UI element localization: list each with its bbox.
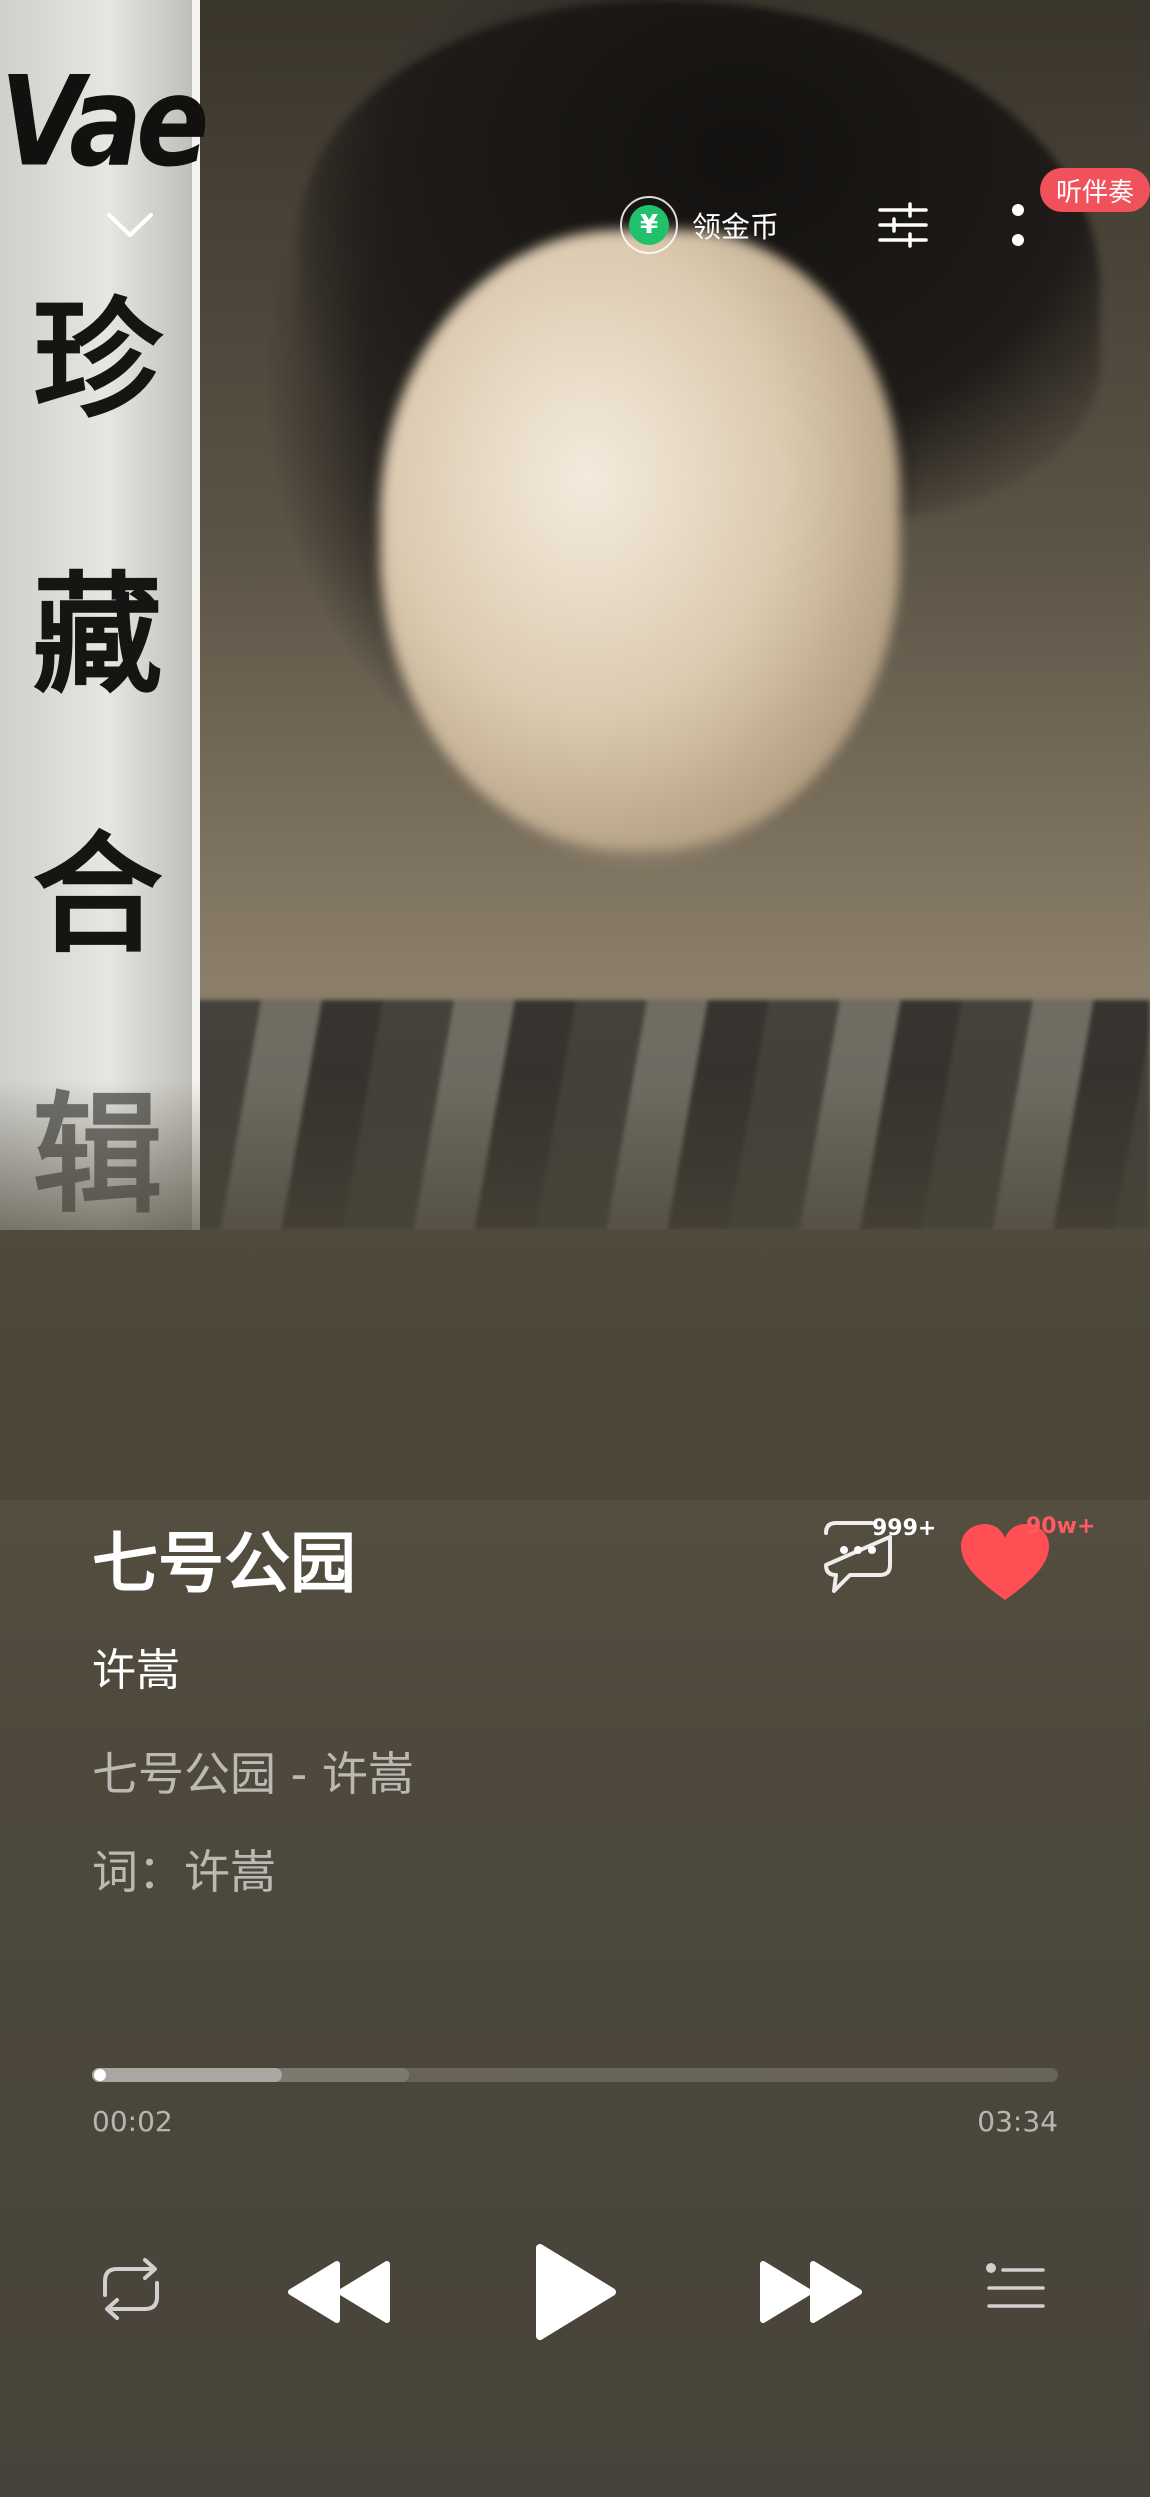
song-title: 七号公园 [92, 1525, 356, 1602]
cover-title-char: 珍 [32, 284, 163, 436]
cover-title-char: 藏 [32, 559, 163, 711]
album-art: Vae 珍 藏 合 辑 [0, 0, 1150, 1230]
get-coins-label: 领金币 [692, 210, 780, 244]
lyric-line[interactable]: 七号公园 - 许嵩 [92, 1738, 414, 1804]
get-coins-button[interactable]: ¥ 领金币 [620, 195, 779, 255]
cover-brand-text: Vae [0, 50, 209, 195]
like-count: 90w+ [1026, 1514, 1096, 1539]
sliders-icon[interactable] [876, 200, 930, 250]
previous-icon[interactable] [285, 2258, 395, 2326]
progress-fill [92, 2068, 282, 2082]
progress-bar[interactable] [92, 2068, 1058, 2082]
song-artist[interactable]: 许嵩 [92, 1634, 180, 1698]
current-time: 00:02 [92, 2105, 173, 2138]
cover-title-char: 合 [32, 819, 163, 971]
play-icon[interactable] [530, 2240, 620, 2344]
comment-count: 999+ [872, 1516, 937, 1541]
repeat-icon[interactable] [93, 2255, 169, 2323]
yuan-coin-icon: ¥ [620, 196, 678, 254]
accompaniment-badge[interactable]: 听伴奏 [1040, 168, 1150, 212]
progress-thumb[interactable] [94, 2069, 106, 2081]
chevron-down-icon[interactable] [105, 210, 155, 240]
next-icon[interactable] [755, 2258, 865, 2326]
more-vertical-icon[interactable] [1010, 200, 1026, 252]
lyric-line[interactable]: 词：许嵩 [92, 1836, 276, 1902]
playlist-icon[interactable] [985, 2258, 1047, 2318]
art-fade-overlay [0, 1080, 1150, 1500]
album-art-face [380, 230, 900, 850]
total-time: 03:34 [977, 2105, 1058, 2138]
